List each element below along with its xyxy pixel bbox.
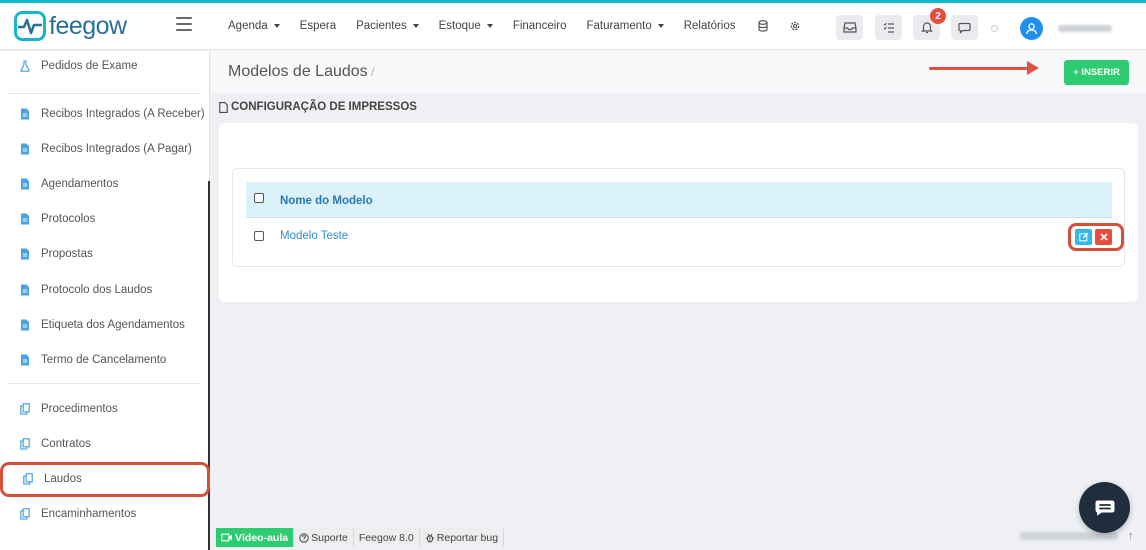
- sidebar-item-pedidos-de-exame[interactable]: Pedidos de Exame: [0, 51, 209, 81]
- feegow-logo-icon: [14, 11, 46, 41]
- sidebar-item-propostas[interactable]: Propostas: [0, 239, 209, 269]
- page-header: Modelos de Laudos / + INSERIR: [211, 51, 1146, 93]
- report-bug-button[interactable]: Reportar bug: [419, 528, 505, 547]
- close-icon: [1099, 233, 1108, 241]
- sidebar-item-recibos-a-receber[interactable]: Recibos Integrados (A Receber): [0, 99, 209, 129]
- chevron-down-icon: [412, 24, 419, 28]
- nav-pacientes[interactable]: Pacientes: [356, 20, 419, 32]
- document-icon: [21, 178, 29, 190]
- main-nav: Agenda Espera Pacientes Estoque Financei…: [228, 19, 820, 33]
- annotation-arrow: [929, 67, 1029, 70]
- top-header: feegow Agenda Espera Pacientes Estoque F…: [0, 3, 1146, 50]
- model-name-link[interactable]: Modelo Teste: [280, 230, 348, 242]
- document-icon: [21, 354, 29, 366]
- menu-toggle-icon[interactable]: [176, 16, 192, 31]
- table-header-row: Nome do Modelo: [246, 182, 1112, 218]
- chat-icon: [1095, 500, 1114, 515]
- scroll-top-icon[interactable]: ↑: [1128, 530, 1134, 542]
- notifications-button[interactable]: 2: [913, 8, 946, 40]
- brand-name: feegow: [49, 11, 127, 40]
- copy-icon: [20, 438, 30, 450]
- document-icon: [21, 108, 29, 120]
- tasks-button[interactable]: [875, 15, 902, 40]
- inbox-button[interactable]: [836, 15, 863, 40]
- inbox-icon: [842, 22, 857, 33]
- sidebar-item-procedimentos[interactable]: Procedimentos: [0, 394, 209, 424]
- sidebar-item-protocolos[interactable]: Protocolos: [0, 204, 209, 234]
- insert-button[interactable]: + INSERIR: [1064, 60, 1129, 85]
- video-camera-icon: [221, 533, 232, 542]
- bell-icon: [920, 22, 933, 34]
- database-icon[interactable]: [756, 19, 770, 33]
- checklist-icon: [883, 22, 894, 33]
- row-checkbox[interactable]: [254, 231, 264, 241]
- nav-relatorios[interactable]: Relatórios: [684, 20, 736, 32]
- nav-financeiro[interactable]: Financeiro: [513, 20, 567, 32]
- nav-agenda[interactable]: Agenda: [228, 20, 280, 32]
- content-panel: Nome do Modelo Modelo Teste: [219, 123, 1138, 302]
- username-redacted[interactable]: [1058, 25, 1112, 32]
- sidebar-divider: [8, 383, 200, 384]
- edit-button[interactable]: [1075, 229, 1092, 245]
- status-indicator-icon: [991, 25, 998, 32]
- bug-icon: [425, 533, 434, 543]
- sidebar-item-etiqueta-dos-agendamentos[interactable]: Etiqueta dos Agendamentos: [0, 310, 209, 340]
- section-title: CONFIGURAÇÃO DE IMPRESSOS: [219, 101, 417, 113]
- sidebar-item-protocolo-dos-laudos[interactable]: Protocolo dos Laudos: [0, 275, 209, 305]
- footer-bar: Vídeo-aula Suporte Feegow 8.0 Reportar b…: [216, 528, 505, 547]
- gear-icon[interactable]: [788, 19, 802, 33]
- sidebar-item-encaminhamentos[interactable]: Encaminhamentos: [0, 499, 209, 529]
- chevron-down-icon: [486, 24, 493, 28]
- question-circle-icon: [299, 532, 309, 543]
- page-title: Modelos de Laudos: [228, 63, 368, 80]
- document-icon: [21, 284, 29, 296]
- file-icon: [219, 101, 228, 113]
- models-table: Nome do Modelo Modelo Teste: [232, 168, 1125, 267]
- nav-espera[interactable]: Espera: [300, 20, 336, 32]
- copy-icon: [20, 508, 30, 520]
- chevron-down-icon: [273, 24, 280, 28]
- chat-bubble-icon: [958, 22, 971, 34]
- chat-messages-button[interactable]: [951, 15, 978, 40]
- footer-info-redacted: [1020, 532, 1118, 540]
- column-header-nome-do-modelo: Nome do Modelo: [280, 195, 373, 207]
- document-icon: [21, 143, 29, 155]
- breadcrumb-separator: /: [371, 65, 375, 79]
- table-row: Modelo Teste: [246, 219, 1124, 254]
- suporte-button[interactable]: Suporte: [294, 528, 354, 547]
- annotation-arrow-head: [1027, 61, 1039, 75]
- document-icon: [21, 248, 29, 260]
- sidebar-divider: [8, 93, 200, 94]
- select-all-checkbox[interactable]: [254, 193, 264, 203]
- document-icon: [21, 213, 29, 225]
- delete-button[interactable]: [1095, 229, 1112, 245]
- brand[interactable]: feegow: [0, 3, 210, 50]
- user-icon: [1025, 23, 1038, 35]
- notification-badge: 2: [930, 8, 946, 24]
- laudos-highlight-annotation: [0, 462, 210, 497]
- sidebar-item-termo-de-cancelamento[interactable]: Termo de Cancelamento: [0, 345, 209, 375]
- chat-widget-button[interactable]: [1079, 482, 1130, 533]
- edit-icon: [1078, 232, 1088, 242]
- sidebar-item-agendamentos[interactable]: Agendamentos: [0, 169, 209, 199]
- document-icon: [21, 319, 29, 331]
- sidebar-item-contratos[interactable]: Contratos: [0, 429, 209, 459]
- chevron-down-icon: [657, 24, 664, 28]
- nav-estoque[interactable]: Estoque: [439, 20, 493, 32]
- version-label: Feegow 8.0: [353, 528, 420, 547]
- video-aula-button[interactable]: Vídeo-aula: [216, 528, 295, 547]
- sidebar-item-recibos-a-pagar[interactable]: Recibos Integrados (A Pagar): [0, 134, 209, 164]
- user-avatar[interactable]: [1020, 17, 1043, 40]
- flask-icon: [20, 60, 30, 72]
- sidebar-scrollbar[interactable]: [208, 181, 210, 550]
- nav-faturamento[interactable]: Faturamento: [587, 20, 664, 32]
- copy-icon: [20, 403, 30, 415]
